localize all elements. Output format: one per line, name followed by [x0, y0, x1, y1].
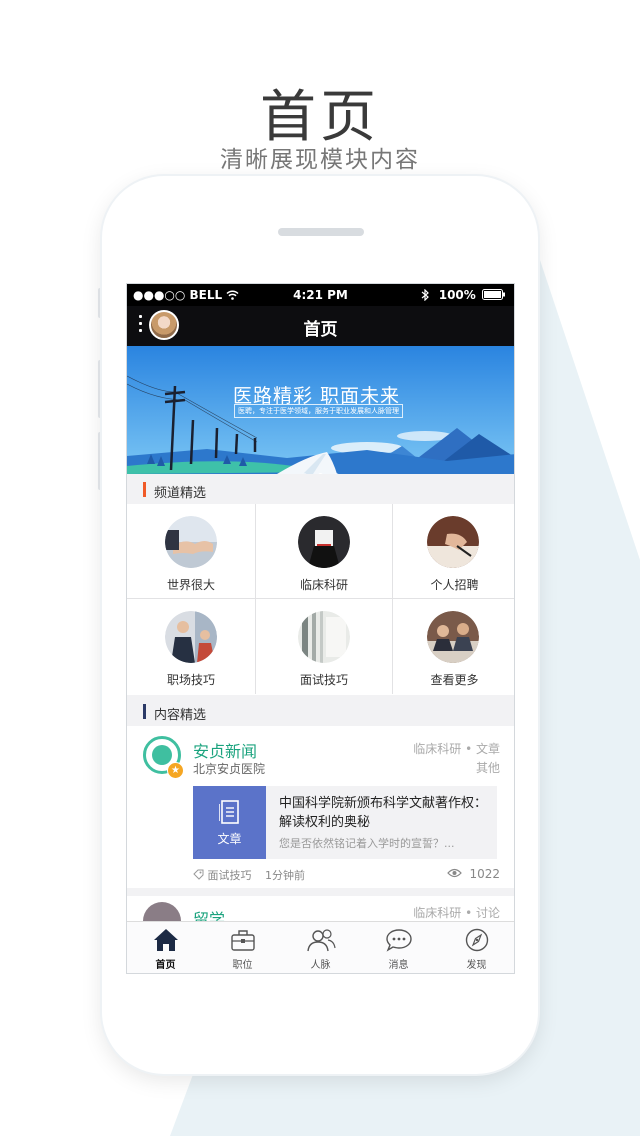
section-accent-bar	[143, 482, 146, 497]
type-label: 文章	[475, 742, 500, 756]
article-time: 1分钟前	[265, 869, 305, 882]
team-photo-icon	[427, 611, 479, 663]
channel-world[interactable]: 世界很大	[127, 504, 256, 599]
tab-messages[interactable]: 消息	[360, 922, 437, 973]
extra-tag-label: 其他	[475, 761, 500, 775]
home-icon	[154, 929, 178, 951]
article-preview[interactable]: 文章 中国科学院新颁布科学文献著作权：解读权利的奥秘 您是否依然铭记着入学时的宣…	[193, 786, 497, 859]
tab-label: 发现	[466, 960, 487, 971]
nav-title: 首页	[303, 320, 338, 340]
channel-label: 临床科研	[299, 578, 348, 592]
source-organization: 北京安贞医院	[193, 762, 266, 776]
star-badge-icon: ★	[167, 762, 184, 779]
channel-more[interactable]: 查看更多	[393, 599, 514, 694]
channel-interview[interactable]: 面试技巧	[256, 599, 393, 694]
tab-discover[interactable]: 发现	[438, 922, 514, 973]
meeting-photo-icon	[165, 611, 217, 663]
content-section-header: 内容精选	[127, 696, 514, 726]
status-bar: ●●●○○ BELL 4:21 PM 100%	[127, 284, 514, 306]
battery-icon	[482, 289, 505, 300]
phone-screen: ●●●○○ BELL 4:21 PM 100% 首页 医路精彩 职面未来 医聘，…	[126, 283, 515, 974]
tab-label: 人脉	[310, 960, 331, 971]
channel-label: 面试技巧	[299, 673, 348, 687]
thumbnail-label: 文章	[217, 832, 242, 846]
card-category-tags: 临床科研 • 文章 其他	[413, 742, 500, 775]
tab-label: 消息	[388, 960, 409, 971]
section-accent-bar	[143, 704, 146, 719]
content-section-title: 内容精选	[154, 708, 207, 723]
people-icon	[307, 929, 336, 952]
channel-grid: 世界很大 临床科研 个人招聘 职场技巧 面试技巧 查看更多	[127, 504, 514, 695]
content-card[interactable]: ★ 安贞新闻 北京安贞医院 临床科研 • 文章 其他 文章 中国科学院新颁布科学…	[127, 726, 514, 888]
bluetooth-icon	[421, 288, 429, 302]
tab-label: 职位	[232, 960, 253, 971]
category-label: 临床科研	[413, 742, 462, 756]
status-right: 100%	[421, 288, 506, 302]
banner-subline: 医聘，专注于医学领域，服务于职业发展和人脉管理	[234, 404, 403, 418]
phone-speaker	[278, 228, 364, 236]
next-card-tags: 临床科研 • 讨论	[413, 906, 500, 920]
channel-label: 世界很大	[166, 578, 215, 592]
hospital-logo-icon	[152, 745, 172, 765]
tag-icon	[193, 869, 204, 880]
channel-label: 查看更多	[430, 673, 479, 687]
writing-photo-icon	[427, 516, 479, 568]
compass-icon	[465, 928, 489, 952]
card-meta: 面试技巧 1分钟前	[193, 867, 305, 883]
view-count: 1022	[446, 867, 500, 881]
channels-section-title: 频道精选	[154, 486, 207, 501]
tab-label: 首页	[155, 960, 176, 971]
banner-carousel[interactable]: 医路精彩 职面未来 医聘，专注于医学领域，服务于职业发展和人脉管理	[127, 346, 514, 474]
tab-jobs[interactable]: 职位	[204, 922, 281, 973]
tab-home[interactable]: 首页	[127, 922, 204, 973]
article-title[interactable]: 中国科学院新颁布科学文献著作权：解读权利的奥秘	[279, 794, 489, 832]
view-count-value: 1022	[469, 867, 500, 881]
article-thumbnail: 文章	[193, 786, 266, 859]
handshake-photo-icon	[165, 516, 217, 568]
channel-clinical[interactable]: 临床科研	[256, 504, 393, 599]
channel-recruit[interactable]: 个人招聘	[393, 504, 514, 599]
channel-workplace[interactable]: 职场技巧	[127, 599, 256, 694]
tab-network[interactable]: 人脉	[282, 922, 359, 973]
office-photo-icon	[298, 611, 350, 663]
channels-section-header: 频道精选	[127, 474, 514, 504]
eye-icon	[446, 868, 462, 878]
source-name[interactable]: 安贞新闻	[193, 738, 257, 762]
nav-bar: 首页	[127, 306, 514, 346]
chat-bubble-icon	[386, 929, 412, 952]
carousel-indicator[interactable]	[127, 463, 514, 474]
document-icon	[219, 800, 239, 824]
briefcase-icon	[231, 930, 255, 951]
article-tag[interactable]: 面试技巧	[208, 869, 252, 882]
hero-subtitle: 清晰展现模块内容	[220, 147, 420, 173]
tab-bar: 首页 职位 人脉 消息 发现	[127, 921, 514, 973]
channel-label: 个人招聘	[430, 578, 479, 592]
vote-photo-icon	[298, 516, 350, 568]
article-description: 您是否依然铭记着入学时的宣誓？...	[279, 837, 455, 850]
battery-percent: 100%	[438, 288, 476, 302]
channel-label: 职场技巧	[166, 673, 215, 687]
